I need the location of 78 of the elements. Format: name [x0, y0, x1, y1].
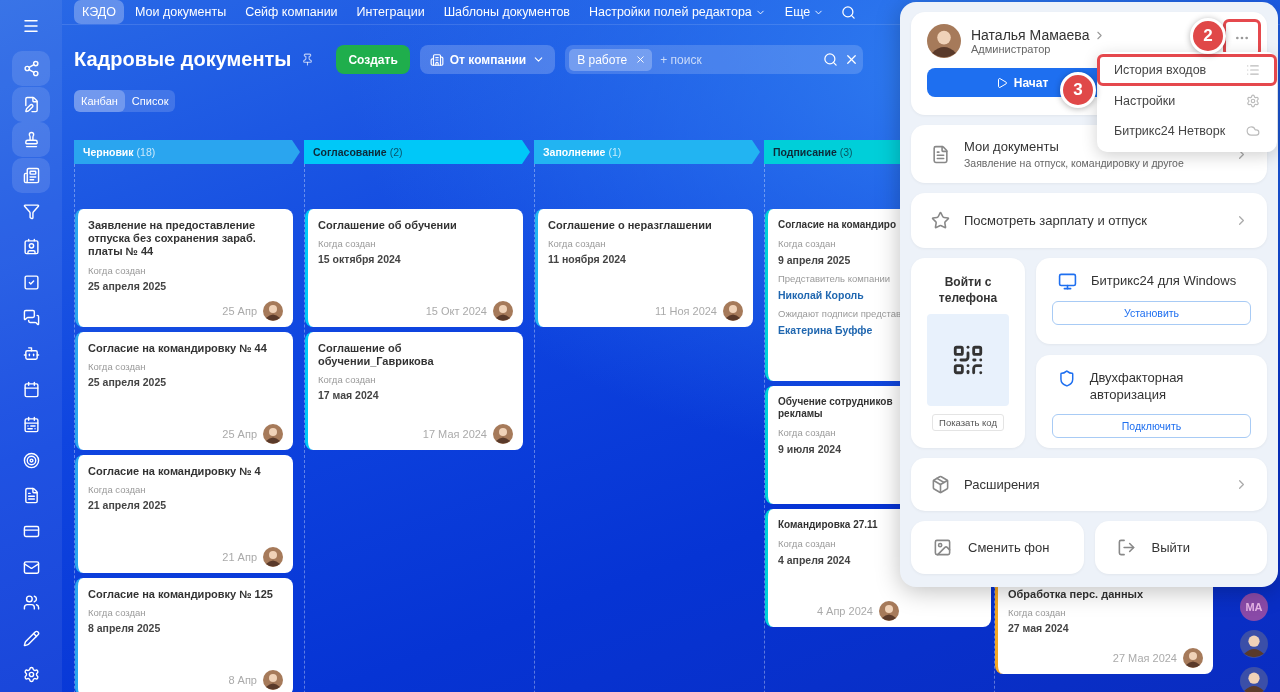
app-title: Битрикс24 для Windows — [1091, 272, 1237, 290]
document-card[interactable]: Соглашение об обучении Когда создан 15 октября 2024 15 Окт 2024 — [305, 209, 523, 327]
filter-button[interactable]: От компании — [419, 45, 556, 74]
nav-tab[interactable]: Шаблоны документов — [435, 0, 578, 24]
document-card[interactable]: Согласие на командировку № 44 Когда создан 25 апреля 2025 25 Апр — [75, 332, 293, 450]
field-label: Представитель компании — [778, 273, 892, 284]
card-date: 4 Апр 2024 — [816, 605, 873, 617]
field-label: Когда создан — [88, 361, 147, 373]
field-value: 21 апреля 2025 — [88, 499, 168, 512]
app-button[interactable]: Подключить — [1052, 413, 1251, 438]
card-date: 8 Апр — [228, 674, 257, 686]
document-card[interactable]: Согласие на командировку № 125 Когда создан 8 апреля 2025 8 Апр — [75, 578, 293, 692]
card-date: 11 Ноя 2024 — [654, 305, 717, 317]
menu-item[interactable]: Настройки — [1097, 86, 1277, 116]
card-title: Командировка 27.11 — [778, 519, 879, 531]
column-header: Черновик (18) — [74, 140, 300, 164]
nav-tab[interactable]: Еще — [776, 0, 833, 24]
column-header: Заполнение (1) — [534, 140, 760, 164]
field-value: 25 апреля 2025 — [88, 279, 168, 292]
field-value: 4 апреля 2024 — [778, 554, 852, 566]
field-label: Когда создан — [548, 238, 607, 250]
field-label: Когда создан — [778, 427, 837, 438]
document-card[interactable]: Заявление на предоставление отпуска без сохранения зараб. платы № 44 Когда создан 25 апреля 2025 25 Апр — [75, 209, 293, 327]
user-name[interactable]: Наталья Мамаева — [971, 27, 1107, 43]
field-label: Когда создан — [778, 538, 837, 549]
card-date: 27 Мая 2024 — [1112, 652, 1177, 664]
person-link[interactable]: Екатерина Буффе — [778, 324, 899, 336]
document-card[interactable]: Соглашение о неразглашении Когда создан 11 ноября 2024 11 Ноя 2024 — [535, 209, 753, 327]
field-label: Когда создан — [778, 238, 837, 249]
field-label: Ожидают подписи представ — [778, 308, 899, 319]
card-date: 21 Апр — [222, 551, 257, 563]
card-title: Согласие на командировку № 4 — [88, 465, 262, 479]
column-header: Согласование (2) — [304, 140, 530, 164]
document-card[interactable]: Согласие на командировку № 4 Когда создан 21 апреля 2025 21 Апр — [75, 455, 293, 573]
card-title: Обработка перс. данных — [1008, 588, 1145, 602]
card-title: Соглашение об обучении — [318, 219, 458, 233]
card-title: Соглашение об обучении_Гаврикова — [318, 342, 435, 369]
show-code-button[interactable]: Показать код — [932, 414, 1004, 432]
nav-tab[interactable]: Мои документы — [127, 0, 235, 24]
nav-tab[interactable]: Сейф компании — [237, 0, 346, 24]
card-date: 25 Апр — [222, 428, 257, 440]
field-value: 15 октября 2024 — [318, 253, 402, 266]
field-value: 27 мая 2024 — [1008, 622, 1070, 635]
field-value: 17 мая 2024 — [318, 389, 380, 402]
card-title: Согласие на командировку № 125 — [88, 588, 274, 602]
action-button[interactable]: Выйти — [1094, 521, 1267, 574]
field-label: Когда создан — [88, 484, 147, 496]
app-title: Двухфакторная авторизация — [1089, 368, 1185, 404]
card-date: 17 Мая 2024 — [422, 428, 487, 440]
view-tab[interactable]: Список — [124, 90, 176, 112]
field-label: Когда создан — [88, 607, 147, 619]
field-value: 8 апреля 2025 — [88, 622, 162, 635]
action-button[interactable]: Сменить фон — [911, 521, 1084, 574]
field-label: Когда создан — [318, 238, 377, 250]
card-title: Согласие на командиро — [778, 219, 898, 231]
field-label: Когда создан — [1008, 607, 1067, 619]
page-title: Кадровые документы — [74, 48, 292, 71]
field-value: 25 апреля 2025 — [88, 376, 168, 389]
user-role: Администратор — [971, 43, 1052, 55]
card-title: Согласие на командировку № 44 — [88, 342, 268, 356]
card-title: Заявление на предоставление отпуска без сохранения зараб. платы № 44 — [88, 219, 257, 259]
field-value: 9 апреля 2025 — [778, 254, 852, 266]
document-card[interactable]: Соглашение об обучении_Гаврикова Когда создан 17 мая 2024 17 Мая 2024 — [305, 332, 523, 450]
field-value: 9 июля 2024 — [778, 443, 842, 455]
card-title: Обучение сотрудников рекламы — [778, 396, 894, 420]
app-button[interactable]: Установить — [1052, 301, 1251, 325]
card-date: 15 Окт 2024 — [425, 305, 487, 317]
field-label: Когда создан — [318, 374, 377, 386]
field-label: Когда создан — [88, 264, 147, 276]
nav-tab[interactable]: Интеграции — [348, 0, 433, 24]
card-title: Соглашение о неразглашении — [548, 219, 713, 233]
field-value: 11 ноября 2024 — [548, 253, 627, 266]
menu-link-card[interactable]: Посмотреть зарплату и отпуск — [911, 193, 1267, 248]
nav-tab[interactable]: Настройки полей редактора — [580, 0, 774, 24]
person-link[interactable]: Николай Король — [778, 289, 899, 301]
extensions-card[interactable]: Расширения — [911, 458, 1267, 511]
menu-item[interactable]: История входов — [1097, 54, 1277, 86]
card-date: 25 Апр — [222, 305, 257, 317]
